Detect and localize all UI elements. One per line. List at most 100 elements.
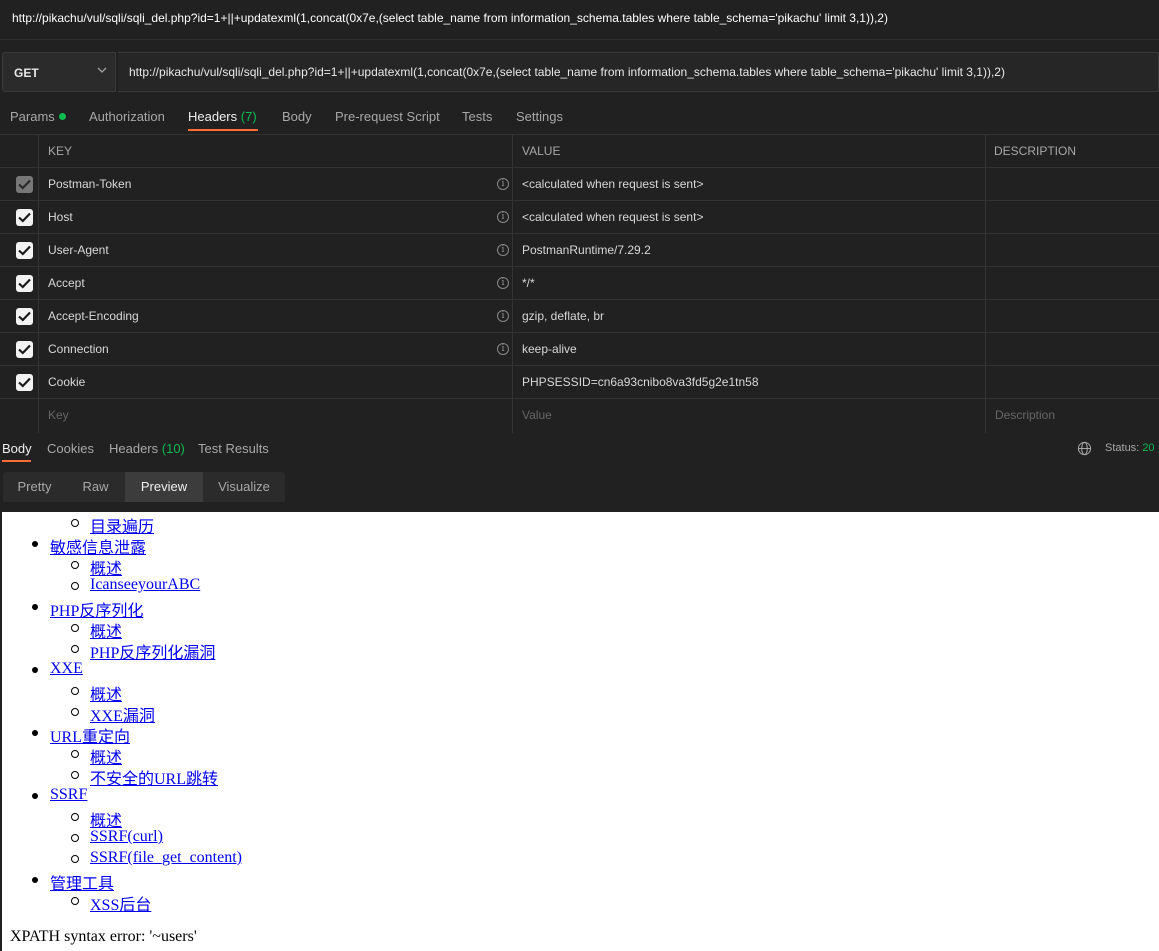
globe-icon[interactable] — [1077, 441, 1092, 456]
header-value[interactable]: <calculated when request is sent> — [522, 210, 703, 224]
new-description-input[interactable]: Description — [995, 408, 1055, 422]
header-value[interactable]: PostmanRuntime/7.29.2 — [522, 243, 651, 257]
header-key[interactable]: Host — [48, 210, 73, 224]
table-row: Cookie PHPSESSID=cn6a93cnibo8va3fd5g2e1t… — [0, 366, 1159, 399]
tab-test-results[interactable]: Test Results — [198, 441, 269, 456]
params-indicator-dot — [58, 113, 66, 120]
active-tab-indicator — [2, 460, 31, 462]
row-checkbox[interactable] — [16, 275, 33, 292]
tab-tests[interactable]: Tests — [462, 109, 492, 124]
tab-headers[interactable]: Headers (7) — [188, 109, 257, 124]
table-row: User-Agent i PostmanRuntime/7.29.2 — [0, 234, 1159, 267]
active-tab-indicator — [188, 129, 258, 131]
tab-response-headers[interactable]: Headers (10) — [109, 441, 185, 456]
table-row: Accept i */* — [0, 267, 1159, 300]
request-tabs: Params Authorization Headers (7) Body Pr… — [0, 100, 1159, 134]
table-row-new: Key Value Description — [0, 399, 1159, 432]
window-title: http://pikachu/vul/sqli/sqli_del.php?id=… — [12, 11, 888, 25]
tab-params-label: Params — [10, 109, 55, 124]
header-key[interactable]: Accept-Encoding — [48, 309, 139, 323]
column-header-key: KEY — [48, 144, 73, 158]
tab-response-headers-label: Headers — [109, 441, 159, 456]
list-item-link[interactable]: 不安全的URL跳转 — [90, 771, 218, 788]
checkmark-icon — [18, 377, 31, 388]
info-icon[interactable]: i — [497, 211, 509, 223]
tab-response-cookies[interactable]: Cookies — [47, 441, 94, 456]
row-checkbox[interactable] — [16, 374, 33, 391]
list-bullet — [32, 730, 38, 736]
tab-settings[interactable]: Settings — [516, 109, 563, 124]
column-header-description: DESCRIPTION — [994, 144, 1077, 158]
row-checkbox[interactable] — [16, 209, 33, 226]
list-bullet — [71, 750, 79, 758]
url-input[interactable] — [118, 52, 1159, 92]
new-key-input[interactable]: Key — [48, 408, 69, 422]
checkmark-icon — [18, 179, 31, 190]
list-bullet — [71, 897, 79, 905]
checkmark-icon — [18, 311, 31, 322]
list-item-link[interactable]: XXE — [50, 660, 83, 677]
info-icon[interactable]: i — [497, 244, 509, 256]
new-value-input[interactable]: Value — [522, 408, 552, 422]
header-key[interactable]: Cookie — [48, 375, 85, 389]
list-bullet — [71, 708, 79, 716]
view-preview-button[interactable]: Preview — [125, 472, 203, 502]
tab-prerequest-script[interactable]: Pre-request Script — [335, 109, 440, 124]
row-checkbox[interactable] — [16, 308, 33, 325]
list-item-link[interactable]: PHP反序列化漏洞 — [90, 645, 215, 662]
tab-response-body[interactable]: Body — [2, 441, 32, 456]
list-item-link[interactable]: SSRF(curl) — [90, 828, 163, 845]
list-bullet — [71, 813, 79, 821]
info-icon[interactable]: i — [497, 277, 509, 289]
list-bullet — [71, 771, 79, 779]
headers-count: (7) — [240, 109, 257, 124]
view-raw-button[interactable]: Raw — [66, 472, 125, 502]
info-icon[interactable]: i — [497, 343, 509, 355]
checkmark-icon — [18, 278, 31, 289]
method-select[interactable]: GET — [2, 52, 116, 92]
list-item-link[interactable]: SSRF — [50, 786, 87, 803]
table-row: Connection i keep-alive — [0, 333, 1159, 366]
method-label: GET — [14, 66, 39, 80]
tab-authorization[interactable]: Authorization — [89, 109, 165, 124]
header-value[interactable]: gzip, deflate, br — [522, 309, 604, 323]
row-checkbox[interactable] — [16, 242, 33, 259]
info-icon[interactable]: i — [497, 178, 509, 190]
row-checkbox[interactable] — [16, 341, 33, 358]
column-header-value: VALUE — [522, 144, 561, 158]
table-row: Host i <calculated when request is sent> — [0, 201, 1159, 234]
tab-body[interactable]: Body — [282, 109, 312, 124]
list-item-link[interactable]: SSRF(file_get_content) — [90, 849, 242, 866]
status-label: Status: — [1105, 442, 1140, 454]
chevron-down-icon — [97, 64, 107, 78]
checkmark-icon — [18, 212, 31, 223]
header-key[interactable]: Postman-Token — [48, 177, 131, 191]
info-icon[interactable]: i — [497, 310, 509, 322]
row-checkbox[interactable] — [16, 176, 33, 193]
header-value[interactable]: keep-alive — [522, 342, 577, 356]
status-indicator: Status: 20 — [1105, 442, 1155, 454]
header-value[interactable]: PHPSESSID=cn6a93cnibo8va3fd5g2e1tn58 — [522, 375, 759, 389]
list-bullet — [32, 667, 38, 673]
table-row: Accept-Encoding i gzip, deflate, br — [0, 300, 1159, 333]
status-code[interactable]: 20 — [1142, 442, 1154, 454]
list-bullet — [71, 687, 79, 695]
view-pretty-button[interactable]: Pretty — [3, 472, 66, 502]
header-key[interactable]: Connection — [48, 342, 109, 356]
list-bullet — [32, 541, 38, 547]
response-tabs: Body Cookies Headers (10) Test Results S… — [0, 432, 1159, 466]
list-bullet — [71, 645, 79, 653]
list-bullet — [71, 624, 79, 632]
header-value[interactable]: <calculated when request is sent> — [522, 177, 703, 191]
header-key[interactable]: User-Agent — [48, 243, 109, 257]
checkmark-icon — [18, 344, 31, 355]
list-item-link[interactable]: XSS后台 — [90, 897, 151, 914]
tab-params[interactable]: Params — [10, 109, 66, 124]
header-key[interactable]: Accept — [48, 276, 85, 290]
title-bar: http://pikachu/vul/sqli/sqli_del.php?id=… — [0, 0, 1159, 40]
list-item-link[interactable]: IcanseeyourABC — [90, 576, 200, 593]
list-bullet — [32, 604, 38, 610]
view-visualize-button[interactable]: Visualize — [203, 472, 285, 502]
list-bullet — [71, 855, 79, 863]
header-value[interactable]: */* — [522, 276, 535, 290]
